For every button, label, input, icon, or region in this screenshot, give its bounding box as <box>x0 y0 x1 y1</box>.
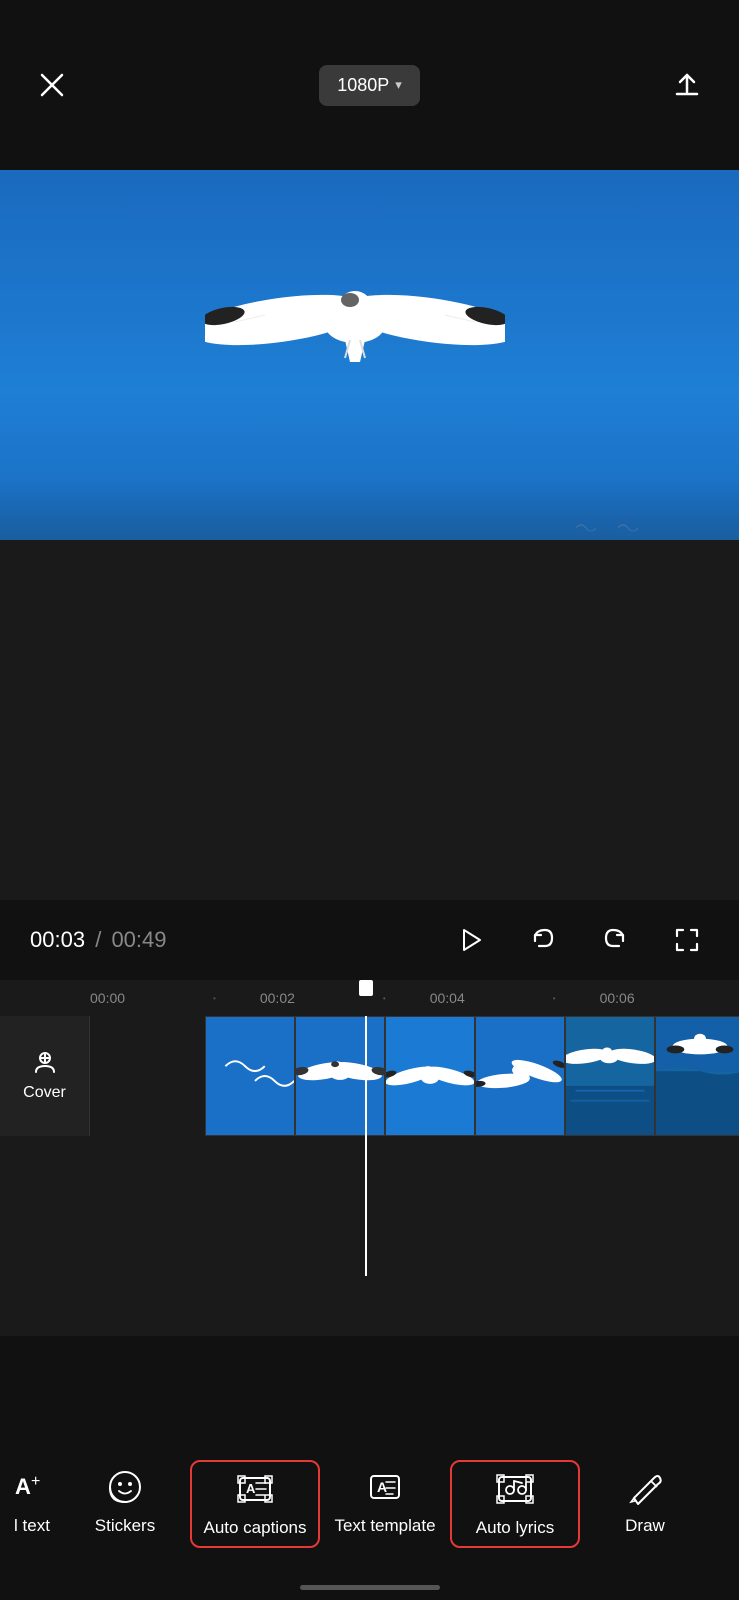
timeline-extra <box>0 1136 739 1336</box>
film-frame-5[interactable] <box>565 1016 655 1136</box>
resolution-arrow-icon: ▾ <box>395 77 402 93</box>
toolbar-item-auto-captions[interactable]: A Auto captions <box>190 1460 320 1548</box>
play-button[interactable] <box>449 918 493 962</box>
text-template-label: Text template <box>334 1516 435 1536</box>
close-button[interactable] <box>30 63 74 107</box>
draw-icon <box>626 1468 664 1506</box>
playback-buttons <box>449 918 709 962</box>
total-time: 00:49 <box>111 927 166 952</box>
film-frame-4[interactable] <box>475 1016 565 1136</box>
video-preview <box>0 170 739 540</box>
auto-captions-label: Auto captions <box>203 1518 306 1538</box>
toolbar-item-stickers[interactable]: Stickers <box>60 1460 190 1544</box>
ruler-06: 00:06 <box>600 990 635 1006</box>
auto-lyrics-label: Auto lyrics <box>476 1518 554 1538</box>
cover-label: Cover <box>23 1084 66 1102</box>
resolution-label: 1080P <box>337 75 389 96</box>
cover-button[interactable]: Cover <box>0 1016 90 1136</box>
current-time: 00:03 <box>30 927 85 952</box>
svg-text:A: A <box>15 1474 31 1499</box>
toolbar-item-auto-lyrics[interactable]: Auto lyrics <box>450 1460 580 1548</box>
auto-lyrics-icon <box>496 1470 534 1508</box>
export-button[interactable] <box>665 63 709 107</box>
add-text-label: l text <box>14 1516 50 1536</box>
undo-button[interactable] <box>521 918 565 962</box>
ruler-dot1: • <box>213 994 216 1003</box>
text-add-icon: A + <box>13 1468 51 1506</box>
film-strip[interactable]: + <box>90 1016 739 1136</box>
stickers-label: Stickers <box>95 1516 155 1536</box>
stickers-icon <box>106 1468 144 1506</box>
text-template-icon: A <box>366 1468 404 1506</box>
draw-label: Draw <box>625 1516 665 1536</box>
svg-text:+: + <box>31 1473 40 1490</box>
ruler-marks: 00:00 • 00:02 • 00:04 • 00:06 <box>90 990 739 1006</box>
fullscreen-button[interactable] <box>665 918 709 962</box>
resolution-button[interactable]: 1080P ▾ <box>319 65 420 106</box>
film-frame-6[interactable] <box>655 1016 739 1136</box>
timeline-area <box>0 540 739 900</box>
ruler-04: 00:04 <box>430 990 465 1006</box>
toolbar-items: A + l text Stickers <box>0 1440 739 1580</box>
home-indicator <box>300 1585 440 1590</box>
time-display: 00:03 / 00:49 <box>30 927 167 953</box>
cover-icon <box>32 1050 58 1076</box>
video-canvas <box>0 170 739 540</box>
bottom-toolbar: A + l text Stickers <box>0 1440 739 1600</box>
playhead-top <box>359 980 373 996</box>
ruler-00: 00:00 <box>90 990 125 1006</box>
bird-illustration <box>205 220 505 420</box>
top-bar: 1080P ▾ <box>0 0 739 170</box>
film-frame-3[interactable] <box>385 1016 475 1136</box>
black-clip <box>90 1016 205 1136</box>
ruler-dot2: • <box>383 994 386 1003</box>
svg-text:A: A <box>246 1481 256 1496</box>
auto-captions-icon: A <box>236 1470 274 1508</box>
playhead <box>365 1016 367 1276</box>
film-frame-2[interactable] <box>295 1016 385 1136</box>
playback-controls: 00:03 / 00:49 <box>0 900 739 980</box>
toolbar-item-add-text[interactable]: A + l text <box>0 1460 60 1544</box>
redo-button[interactable] <box>593 918 637 962</box>
film-frame-1[interactable] <box>205 1016 295 1136</box>
ruler-dot3: • <box>553 994 556 1003</box>
toolbar-item-text-template[interactable]: A Text template <box>320 1460 450 1544</box>
time-separator: / <box>95 927 101 952</box>
water-overlay <box>0 480 739 540</box>
film-strip-area: Cover <box>0 1016 739 1136</box>
toolbar-item-draw[interactable]: Draw <box>580 1460 710 1544</box>
ruler-02: 00:02 <box>260 990 295 1006</box>
